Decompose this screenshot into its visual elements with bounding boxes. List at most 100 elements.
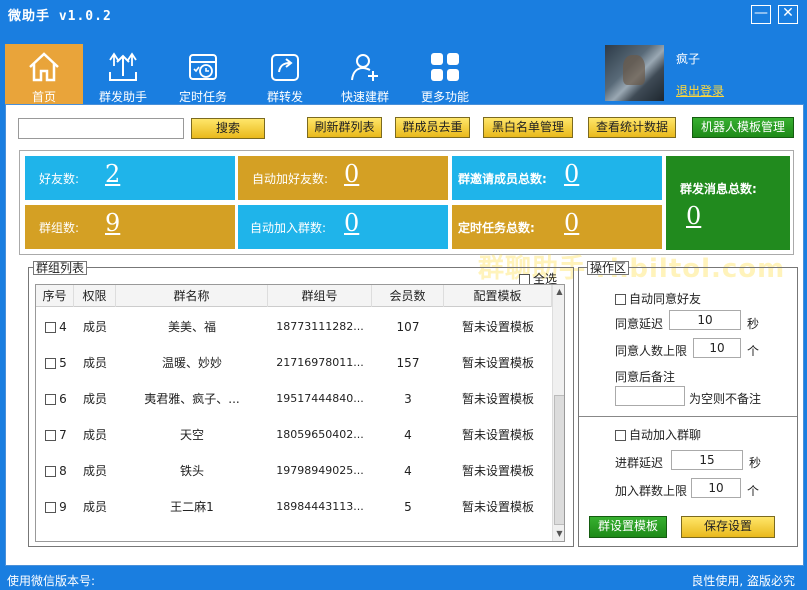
app-title: 微助手 v1.0.2: [8, 9, 112, 24]
auto-add-friends-value[interactable]: 0: [344, 160, 359, 188]
row-role: 成员: [82, 356, 107, 370]
row-checkbox[interactable]: [45, 430, 57, 441]
row-name: 铁头: [179, 464, 204, 478]
auto-join-label: 自动加入群聊: [629, 428, 702, 442]
remark-input[interactable]: [615, 386, 685, 406]
broadcast-total-value[interactable]: 0: [686, 202, 701, 230]
invite-total-tile: 群邀请成员总数: 0: [452, 156, 662, 200]
auto-join-label: 自动加入群数:: [250, 221, 327, 235]
row-id: 19798949025...: [276, 464, 364, 477]
accept-limit-unit: 个: [747, 344, 760, 358]
table-row[interactable]: 7 成员 天空 18059650402... 4 暂未设置模板: [36, 417, 552, 453]
row-members: 3: [404, 392, 412, 406]
tab-broadcast[interactable]: 群发助手: [84, 44, 162, 104]
col-name[interactable]: 群名称: [116, 285, 268, 307]
join-limit-input[interactable]: 10: [691, 478, 741, 498]
row-checkbox[interactable]: [45, 322, 57, 333]
row-checkbox[interactable]: [45, 502, 57, 513]
tab-home[interactable]: 首页: [5, 44, 83, 104]
table-row[interactable]: 9 成员 王二麻1 18984443113... 5 暂未设置模板: [36, 489, 552, 525]
tab-forward-label: 群转发: [266, 90, 303, 104]
row-role: 成员: [82, 392, 107, 406]
add-user-icon: [351, 54, 378, 81]
main-toolbar: 首页 群发助手 定时任务 群转发 快速建群 更多功能 疯子 退出登录: [0, 40, 807, 104]
share-icon: [271, 54, 299, 81]
table-scrollbar[interactable]: ▲ ▼: [552, 285, 564, 541]
auto-join-box[interactable]: [615, 430, 626, 441]
save-settings-button[interactable]: 保存设置: [681, 516, 775, 538]
accept-delay-input[interactable]: 10: [669, 310, 741, 330]
search-button[interactable]: 搜索: [191, 118, 265, 139]
auto-add-friends-tile: 自动加好友数: 0: [238, 156, 448, 200]
auto-accept-checkbox[interactable]: 自动同意好友: [615, 290, 701, 307]
scroll-up-icon[interactable]: ▲: [553, 285, 564, 299]
col-template[interactable]: 配置模板: [444, 285, 552, 307]
invite-total-value[interactable]: 0: [564, 160, 579, 188]
tab-more[interactable]: 更多功能: [406, 44, 484, 104]
friends-label: 好友数:: [39, 172, 80, 186]
row-members: 5: [404, 500, 412, 514]
tab-schedule-label: 定时任务: [178, 90, 227, 104]
row-id: 21716978011...: [276, 356, 364, 369]
operation-frame: 操作区 自动同意好友 同意延迟 10 秒 同意人数上限 10 个 同意后备注 为…: [578, 261, 798, 547]
tab-quick-group-label: 快速建群: [340, 90, 389, 104]
row-members: 157: [396, 356, 420, 370]
col-index[interactable]: 序号: [36, 285, 74, 307]
auto-join-checkbox[interactable]: 自动加入群聊: [615, 426, 701, 443]
row-checkbox[interactable]: [45, 394, 57, 405]
refresh-group-list-button[interactable]: 刷新群列表: [307, 117, 382, 138]
group-template-button[interactable]: 群设置模板: [589, 516, 667, 538]
row-index: 9: [59, 500, 67, 514]
col-role[interactable]: 权限: [74, 285, 116, 307]
row-name: 温暖、妙妙: [161, 356, 222, 370]
auto-accept-box[interactable]: [615, 294, 626, 305]
title-bar: 微助手 v1.0.2 — ✕: [0, 0, 807, 28]
home-icon: [29, 52, 59, 82]
tab-forward[interactable]: 群转发: [246, 44, 324, 104]
close-button[interactable]: ✕: [778, 5, 798, 24]
robot-template-button[interactable]: 机器人模板管理: [692, 117, 794, 138]
row-index: 6: [59, 392, 67, 406]
tab-more-label: 更多功能: [420, 90, 469, 104]
table-row[interactable]: 6 成员 夷君雅、疯子、... 19517444840... 3 暂未设置模板: [36, 381, 552, 417]
view-stats-button[interactable]: 查看统计数据: [588, 117, 676, 138]
row-id: 18773111282...: [276, 320, 364, 333]
minimize-button[interactable]: —: [751, 5, 771, 24]
row-role: 成员: [82, 464, 107, 478]
scheduled-total-value[interactable]: 0: [564, 209, 579, 237]
row-members: 4: [404, 464, 412, 478]
col-id[interactable]: 群组号: [268, 285, 372, 307]
row-template: 暂未设置模板: [461, 356, 534, 370]
main-panel: 搜索 刷新群列表 群成员去重 黑白名单管理 查看统计数据 机器人模板管理 好友数…: [5, 104, 804, 566]
row-template: 暂未设置模板: [461, 392, 534, 406]
scroll-thumb[interactable]: [554, 395, 564, 525]
auto-join-value[interactable]: 0: [344, 209, 359, 237]
blacklist-button[interactable]: 黑白名单管理: [483, 117, 573, 138]
logout-link[interactable]: 退出登录: [676, 82, 724, 99]
table-row[interactable]: 4 成员 美美、福 18773111282... 107 暂未设置模板: [36, 309, 552, 345]
scroll-down-icon[interactable]: ▼: [553, 527, 564, 541]
wechat-version-label: 使用微信版本号:: [7, 574, 96, 588]
col-members[interactable]: 会员数: [372, 285, 444, 307]
row-name: 天空: [179, 428, 204, 442]
group-table: 序号 权限 群名称 群组号 会员数 配置模板 4 成员 美美、福 1877311…: [35, 284, 565, 542]
row-template: 暂未设置模板: [461, 320, 534, 334]
join-delay-input[interactable]: 15: [671, 450, 743, 470]
tab-quick-group[interactable]: 快速建群: [326, 44, 404, 104]
row-role: 成员: [82, 500, 107, 514]
row-index: 7: [59, 428, 67, 442]
table-row[interactable]: 5 成员 温暖、妙妙 21716978011... 157 暂未设置模板: [36, 345, 552, 381]
join-delay-unit: 秒: [749, 456, 762, 470]
accept-limit-input[interactable]: 10: [693, 338, 741, 358]
tab-broadcast-label: 群发助手: [98, 90, 147, 104]
tab-schedule[interactable]: 定时任务: [164, 44, 242, 104]
dedupe-members-button[interactable]: 群成员去重: [395, 117, 470, 138]
row-checkbox[interactable]: [45, 358, 57, 369]
row-checkbox[interactable]: [45, 466, 57, 477]
grid-icon: [431, 53, 459, 81]
friends-value[interactable]: 2: [105, 160, 120, 188]
groups-value[interactable]: 9: [105, 209, 120, 237]
search-input[interactable]: [18, 118, 184, 139]
user-name: 疯子: [676, 52, 701, 66]
table-row[interactable]: 8 成员 铁头 19798949025... 4 暂未设置模板: [36, 453, 552, 489]
